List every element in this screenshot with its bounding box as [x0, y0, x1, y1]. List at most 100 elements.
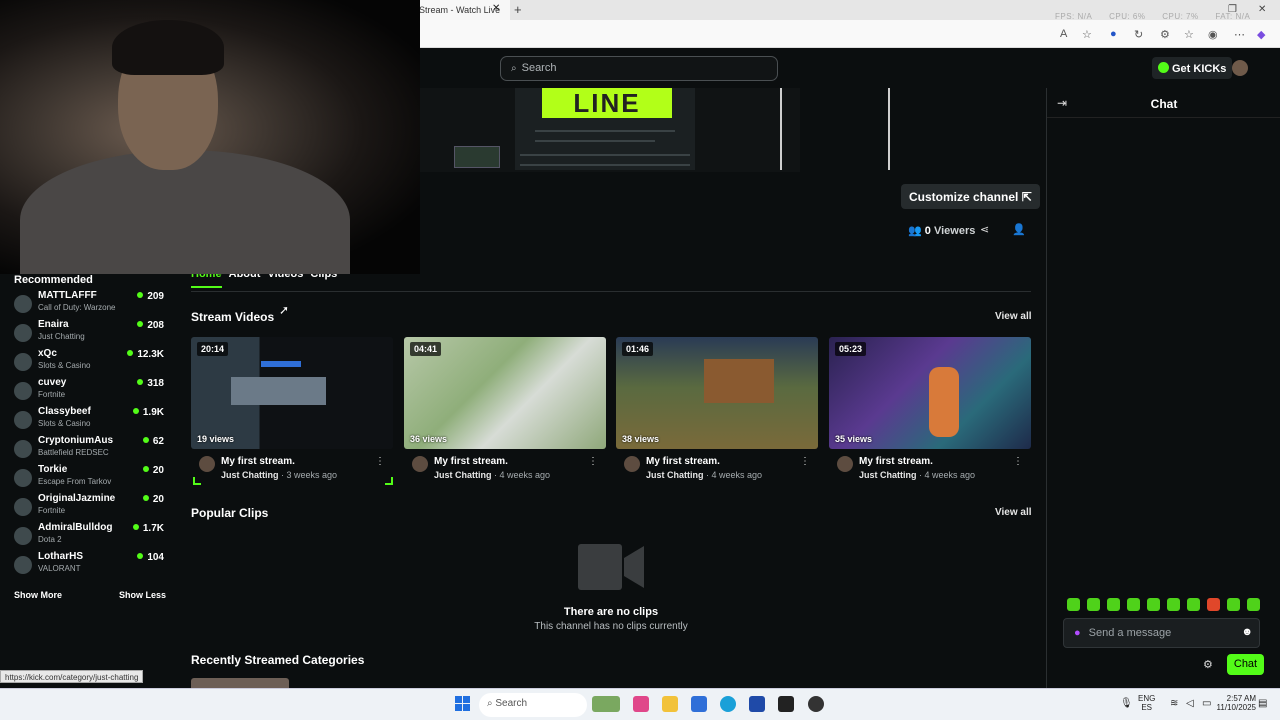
live-dot-icon [132, 408, 139, 414]
video-thumbnail[interactable]: 04:41 36 views [404, 337, 606, 449]
wifi-icon[interactable]: ≋ [1170, 698, 1178, 709]
status-bar-url: https://kick.com/category/just-chatting [0, 670, 144, 683]
banner-divider [888, 88, 890, 170]
video-category[interactable]: Just Chatting [859, 470, 917, 480]
emote-icon[interactable] [1127, 598, 1140, 611]
recommended-channel[interactable]: Enaira Just Chatting 208 [14, 319, 164, 347]
channel-category: Fortnite [38, 506, 66, 515]
video-duration: 04:41 [410, 342, 442, 356]
video-thumbnail[interactable]: 20:14 19 views [191, 337, 393, 449]
channel-name: OriginalJazmine [38, 493, 116, 504]
read-aloud-icon[interactable]: A [1060, 28, 1067, 40]
microphone-icon[interactable]: ● [1074, 627, 1081, 639]
popular-clips-title: Popular Clips [191, 506, 269, 520]
video-card[interactable]: 20:14 19 views My first stream. Just Cha… [191, 337, 393, 485]
recommended-channel[interactable]: xQc Slots & Casino 12.3K [14, 348, 164, 376]
recommended-channel[interactable]: MATTLAFFF Call of Duty: Warzone 209 [14, 290, 164, 318]
send-chat-button[interactable]: Chat [1227, 654, 1264, 675]
emote-row [1067, 598, 1267, 616]
show-more-button[interactable]: Show More [14, 590, 62, 600]
close-window-icon[interactable]: ✕ [1258, 4, 1266, 15]
microphone-icon[interactable]: 🎙 [1120, 698, 1133, 709]
category-thumbnail[interactable] [191, 678, 289, 688]
emote-icon[interactable] [1067, 598, 1080, 611]
live-dot-icon [137, 292, 144, 298]
avatar[interactable] [1232, 60, 1248, 76]
store-icon[interactable] [691, 696, 707, 712]
emote-icon[interactable] [1227, 598, 1240, 611]
view-all-videos-link[interactable]: View all [995, 311, 1032, 322]
video-title[interactable]: My first stream. [434, 456, 508, 467]
video-category[interactable]: Just Chatting [434, 470, 492, 480]
share-icon[interactable]: ⋖ [980, 223, 989, 236]
emote-icon[interactable] [1107, 598, 1120, 611]
video-title[interactable]: My first stream. [859, 456, 933, 467]
recommended-channel[interactable]: Classybeef Slots & Casino 1.9K [14, 406, 164, 434]
tools-icon[interactable]: ⚙ [1160, 28, 1170, 41]
customize-channel-button[interactable]: Customize channel ⇱ [901, 184, 1040, 209]
app-icon[interactable] [749, 696, 765, 712]
emoji-icon[interactable]: ☻ [1241, 626, 1253, 638]
emote-icon[interactable] [1087, 598, 1100, 611]
viewers-label: Viewers [933, 225, 976, 237]
video-title[interactable]: My first stream. [646, 456, 720, 467]
chat-header: ⇥ Chat [1047, 88, 1280, 118]
more-menu-icon[interactable]: ⋯ [1234, 28, 1245, 41]
emote-icon[interactable] [1167, 598, 1180, 611]
video-category[interactable]: Just Chatting [221, 470, 279, 480]
app-icon[interactable] [778, 696, 794, 712]
view-all-clips-link[interactable]: View all [995, 507, 1032, 518]
emote-icon[interactable] [1207, 598, 1220, 611]
edge-icon[interactable] [720, 696, 736, 712]
recommended-channel[interactable]: OriginalJazmine Fortnite 20 [14, 493, 164, 521]
taskbar-search[interactable]: ⌕ Search [479, 693, 587, 717]
language-indicator[interactable]: ENG ES [1138, 694, 1155, 712]
restore-window-icon[interactable]: ❐ [1228, 4, 1237, 15]
close-tab-icon[interactable]: ✕ [492, 3, 500, 14]
extension-icon[interactable]: ● [1110, 28, 1117, 40]
chat-settings-icon[interactable]: ⚙ [1203, 658, 1213, 671]
avatar [412, 456, 428, 472]
more-options-icon[interactable]: ⋮ [375, 456, 385, 467]
refresh-extension-icon[interactable]: ↻ [1134, 28, 1143, 41]
recommended-channel[interactable]: CryptoniumAus Battlefield REDSEC 62 [14, 435, 164, 463]
more-options-icon[interactable]: ⋮ [588, 456, 598, 467]
chat-message-input[interactable]: ● Send a message ☻ [1063, 618, 1260, 648]
recommended-channel[interactable]: AdmiralBulldog Dota 2 1.7K [14, 522, 164, 550]
video-thumbnail[interactable]: 05:23 35 views [829, 337, 1031, 449]
copilot-app-icon[interactable] [633, 696, 649, 712]
emote-icon[interactable] [1147, 598, 1160, 611]
video-card[interactable]: 05:23 35 views My first stream. Just Cha… [829, 337, 1031, 485]
file-explorer-icon[interactable] [662, 696, 678, 712]
emote-icon[interactable] [1187, 598, 1200, 611]
recommended-channel[interactable]: Torkie Escape From Tarkov 20 [14, 464, 164, 492]
clock[interactable]: 2:57 AM 11/10/2025 [1206, 694, 1256, 712]
windows-start-icon[interactable] [455, 696, 470, 711]
favorites-icon[interactable]: ☆ [1184, 28, 1194, 41]
new-tab-icon[interactable]: + [514, 2, 522, 17]
more-options-icon[interactable]: ⋮ [800, 456, 810, 467]
widgets-icon[interactable] [592, 696, 620, 712]
notification-icon[interactable]: ▤ [1258, 698, 1267, 709]
video-category[interactable]: Just Chatting [646, 470, 704, 480]
app-icon[interactable] [808, 696, 824, 712]
get-kicks-button[interactable]: Get KICKs [1152, 57, 1233, 79]
video-card[interactable]: 01:46 38 views My first stream. Just Cha… [616, 337, 818, 485]
favorite-star-icon[interactable]: ☆ [1082, 28, 1092, 41]
follow-user-icon[interactable]: 👤 [1012, 223, 1026, 236]
more-options-icon[interactable]: ⋮ [1013, 456, 1023, 467]
recommended-channel[interactable]: cuvey Fortnite 318 [14, 377, 164, 405]
show-less-button[interactable]: Show Less [119, 590, 166, 600]
search-input[interactable]: ⌕ Search [500, 56, 778, 81]
emote-icon[interactable] [1247, 598, 1260, 611]
volume-icon[interactable]: ◁ [1186, 698, 1194, 709]
copilot-icon[interactable]: ◆ [1257, 28, 1265, 41]
profile-icon[interactable]: ◉ [1208, 28, 1218, 41]
windows-taskbar: ⌕ Search 🎙 ENG ES ≋ ◁ ▭ 2:57 AM 11/10/2025… [0, 688, 1280, 720]
recommended-channel[interactable]: LotharHS VALORANT 104 [14, 551, 164, 579]
video-thumbnail[interactable]: 01:46 38 views [616, 337, 818, 449]
live-dot-icon [137, 321, 144, 327]
video-card[interactable]: 04:41 36 views My first stream. Just Cha… [404, 337, 606, 485]
video-title[interactable]: My first stream. [221, 456, 295, 467]
taskbar-search-label: Search [495, 698, 528, 709]
